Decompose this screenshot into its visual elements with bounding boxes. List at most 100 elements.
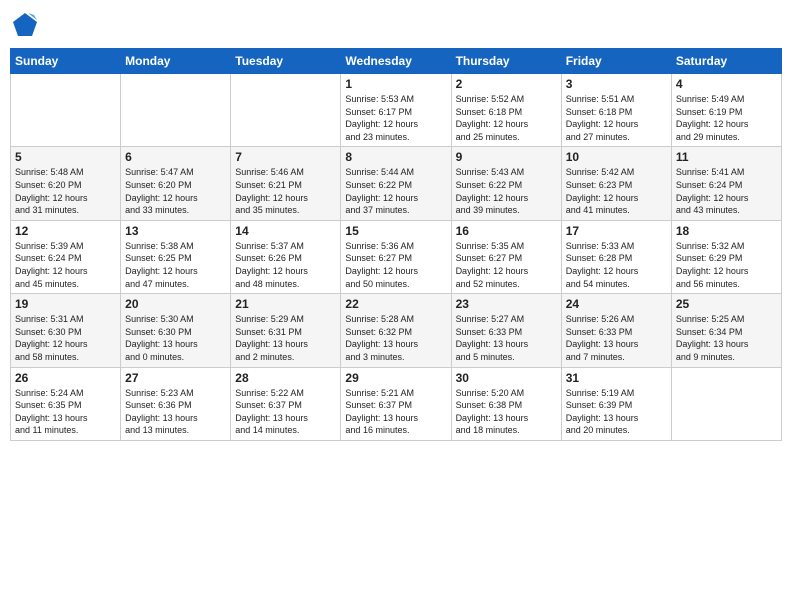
day-content: Sunrise: 5:23 AM Sunset: 6:36 PM Dayligh…: [125, 387, 226, 437]
day-number: 3: [566, 77, 667, 91]
day-number: 5: [15, 150, 116, 164]
day-number: 20: [125, 297, 226, 311]
calendar-cell: [231, 74, 341, 147]
day-number: 11: [676, 150, 777, 164]
day-content: Sunrise: 5:53 AM Sunset: 6:17 PM Dayligh…: [345, 93, 446, 143]
day-header-monday: Monday: [121, 49, 231, 74]
day-number: 24: [566, 297, 667, 311]
day-content: Sunrise: 5:19 AM Sunset: 6:39 PM Dayligh…: [566, 387, 667, 437]
calendar-cell: 12Sunrise: 5:39 AM Sunset: 6:24 PM Dayli…: [11, 220, 121, 293]
day-content: Sunrise: 5:47 AM Sunset: 6:20 PM Dayligh…: [125, 166, 226, 216]
day-content: Sunrise: 5:43 AM Sunset: 6:22 PM Dayligh…: [456, 166, 557, 216]
calendar-cell: 30 Sunrise: 5:20 AM Sunset: 6:38 PM Dayli…: [451, 367, 561, 440]
calendar-cell: 13 Sunrise: 5:38 AM Sunset: 6:25 PM Dayli…: [121, 220, 231, 293]
day-number: 2: [456, 77, 557, 91]
calendar-cell: 9Sunrise: 5:43 AM Sunset: 6:22 PM Daylig…: [451, 147, 561, 220]
day-number: 29: [345, 371, 446, 385]
day-number: 8: [345, 150, 446, 164]
day-content: Sunrise: 5:44 AM Sunset: 6:22 PM Dayligh…: [345, 166, 446, 216]
day-number: 19: [15, 297, 116, 311]
day-content: Sunrise: 5:32 AM Sunset: 6:29 PM Dayligh…: [676, 240, 777, 290]
day-content: Sunrise: 5:27 AM Sunset: 6:33 PM Dayligh…: [456, 313, 557, 363]
calendar-cell: 11 Sunrise: 5:41 AM Sunset: 6:24 PM Dayli…: [671, 147, 781, 220]
day-content: Sunrise: 5:30 AM Sunset: 6:30 PM Dayligh…: [125, 313, 226, 363]
day-content: Sunrise: 5:49 AM Sunset: 6:19 PM Dayligh…: [676, 93, 777, 143]
day-number: 18: [676, 224, 777, 238]
day-header-sunday: Sunday: [11, 49, 121, 74]
day-header-saturday: Saturday: [671, 49, 781, 74]
day-number: 25: [676, 297, 777, 311]
calendar-cell: 14 Sunrise: 5:37 AM Sunset: 6:26 PM Dayli…: [231, 220, 341, 293]
calendar-cell: 19Sunrise: 5:31 AM Sunset: 6:30 PM Dayli…: [11, 294, 121, 367]
calendar-cell: 31 Sunrise: 5:19 AM Sunset: 6:39 PM Dayli…: [561, 367, 671, 440]
calendar-body: 1 Sunrise: 5:53 AM Sunset: 6:17 PM Daylig…: [11, 74, 782, 441]
day-content: Sunrise: 5:46 AM Sunset: 6:21 PM Dayligh…: [235, 166, 336, 216]
calendar-cell: 4 Sunrise: 5:49 AM Sunset: 6:19 PM Daylig…: [671, 74, 781, 147]
day-content: Sunrise: 5:52 AM Sunset: 6:18 PM Dayligh…: [456, 93, 557, 143]
calendar-cell: 18 Sunrise: 5:32 AM Sunset: 6:29 PM Dayli…: [671, 220, 781, 293]
day-content: Sunrise: 5:37 AM Sunset: 6:26 PM Dayligh…: [235, 240, 336, 290]
day-header-wednesday: Wednesday: [341, 49, 451, 74]
calendar-cell: 17Sunrise: 5:33 AM Sunset: 6:28 PM Dayli…: [561, 220, 671, 293]
day-content: Sunrise: 5:25 AM Sunset: 6:34 PM Dayligh…: [676, 313, 777, 363]
day-header-tuesday: Tuesday: [231, 49, 341, 74]
calendar-week-1: 1 Sunrise: 5:53 AM Sunset: 6:17 PM Daylig…: [11, 74, 782, 147]
calendar-cell: 21 Sunrise: 5:29 AM Sunset: 6:31 PM Dayli…: [231, 294, 341, 367]
day-content: Sunrise: 5:24 AM Sunset: 6:35 PM Dayligh…: [15, 387, 116, 437]
calendar-cell: 15Sunrise: 5:36 AM Sunset: 6:27 PM Dayli…: [341, 220, 451, 293]
day-content: Sunrise: 5:41 AM Sunset: 6:24 PM Dayligh…: [676, 166, 777, 216]
calendar-cell: [11, 74, 121, 147]
calendar-cell: 3Sunrise: 5:51 AM Sunset: 6:18 PM Daylig…: [561, 74, 671, 147]
day-header-friday: Friday: [561, 49, 671, 74]
day-content: Sunrise: 5:36 AM Sunset: 6:27 PM Dayligh…: [345, 240, 446, 290]
calendar-cell: 22 Sunrise: 5:28 AM Sunset: 6:32 PM Dayli…: [341, 294, 451, 367]
page-header: [10, 10, 782, 40]
calendar-header: SundayMondayTuesdayWednesdayThursdayFrid…: [11, 49, 782, 74]
calendar-cell: 8 Sunrise: 5:44 AM Sunset: 6:22 PM Daylig…: [341, 147, 451, 220]
day-content: Sunrise: 5:29 AM Sunset: 6:31 PM Dayligh…: [235, 313, 336, 363]
calendar-week-2: 5 Sunrise: 5:48 AM Sunset: 6:20 PM Daylig…: [11, 147, 782, 220]
day-number: 22: [345, 297, 446, 311]
calendar-cell: 20 Sunrise: 5:30 AM Sunset: 6:30 PM Dayli…: [121, 294, 231, 367]
day-content: Sunrise: 5:35 AM Sunset: 6:27 PM Dayligh…: [456, 240, 557, 290]
calendar-table: SundayMondayTuesdayWednesdayThursdayFrid…: [10, 48, 782, 441]
day-content: Sunrise: 5:42 AM Sunset: 6:23 PM Dayligh…: [566, 166, 667, 216]
calendar-cell: 1 Sunrise: 5:53 AM Sunset: 6:17 PM Daylig…: [341, 74, 451, 147]
day-number: 14: [235, 224, 336, 238]
logo-icon: [10, 10, 40, 40]
day-content: Sunrise: 5:33 AM Sunset: 6:28 PM Dayligh…: [566, 240, 667, 290]
day-number: 4: [676, 77, 777, 91]
calendar-cell: 7 Sunrise: 5:46 AM Sunset: 6:21 PM Daylig…: [231, 147, 341, 220]
calendar-cell: 27 Sunrise: 5:23 AM Sunset: 6:36 PM Dayli…: [121, 367, 231, 440]
day-content: Sunrise: 5:48 AM Sunset: 6:20 PM Dayligh…: [15, 166, 116, 216]
day-content: Sunrise: 5:26 AM Sunset: 6:33 PM Dayligh…: [566, 313, 667, 363]
calendar-cell: 25 Sunrise: 5:25 AM Sunset: 6:34 PM Dayli…: [671, 294, 781, 367]
day-number: 28: [235, 371, 336, 385]
day-content: Sunrise: 5:21 AM Sunset: 6:37 PM Dayligh…: [345, 387, 446, 437]
calendar-cell: 16 Sunrise: 5:35 AM Sunset: 6:27 PM Dayli…: [451, 220, 561, 293]
day-number: 13: [125, 224, 226, 238]
day-number: 31: [566, 371, 667, 385]
day-header-thursday: Thursday: [451, 49, 561, 74]
calendar-cell: 26Sunrise: 5:24 AM Sunset: 6:35 PM Dayli…: [11, 367, 121, 440]
day-content: Sunrise: 5:39 AM Sunset: 6:24 PM Dayligh…: [15, 240, 116, 290]
day-number: 21: [235, 297, 336, 311]
day-number: 16: [456, 224, 557, 238]
calendar-cell: 6 Sunrise: 5:47 AM Sunset: 6:20 PM Daylig…: [121, 147, 231, 220]
calendar-cell: [121, 74, 231, 147]
calendar-week-3: 12Sunrise: 5:39 AM Sunset: 6:24 PM Dayli…: [11, 220, 782, 293]
day-number: 1: [345, 77, 446, 91]
day-number: 27: [125, 371, 226, 385]
day-content: Sunrise: 5:28 AM Sunset: 6:32 PM Dayligh…: [345, 313, 446, 363]
day-content: Sunrise: 5:20 AM Sunset: 6:38 PM Dayligh…: [456, 387, 557, 437]
calendar-cell: 2 Sunrise: 5:52 AM Sunset: 6:18 PM Daylig…: [451, 74, 561, 147]
day-number: 23: [456, 297, 557, 311]
day-number: 7: [235, 150, 336, 164]
calendar-cell: 5 Sunrise: 5:48 AM Sunset: 6:20 PM Daylig…: [11, 147, 121, 220]
day-number: 30: [456, 371, 557, 385]
day-number: 6: [125, 150, 226, 164]
calendar-cell: [671, 367, 781, 440]
day-content: Sunrise: 5:38 AM Sunset: 6:25 PM Dayligh…: [125, 240, 226, 290]
day-content: Sunrise: 5:22 AM Sunset: 6:37 PM Dayligh…: [235, 387, 336, 437]
day-number: 10: [566, 150, 667, 164]
